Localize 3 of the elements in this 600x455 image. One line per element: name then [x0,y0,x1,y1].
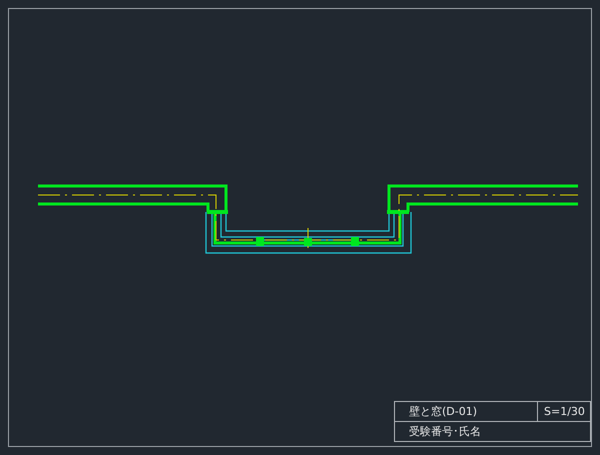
candidate-name-label: 受験番号･氏名 [408,424,481,440]
drawing-title: 壁と窓(D-01) [395,402,538,421]
drawing-scale: S=1/30 [543,404,585,420]
